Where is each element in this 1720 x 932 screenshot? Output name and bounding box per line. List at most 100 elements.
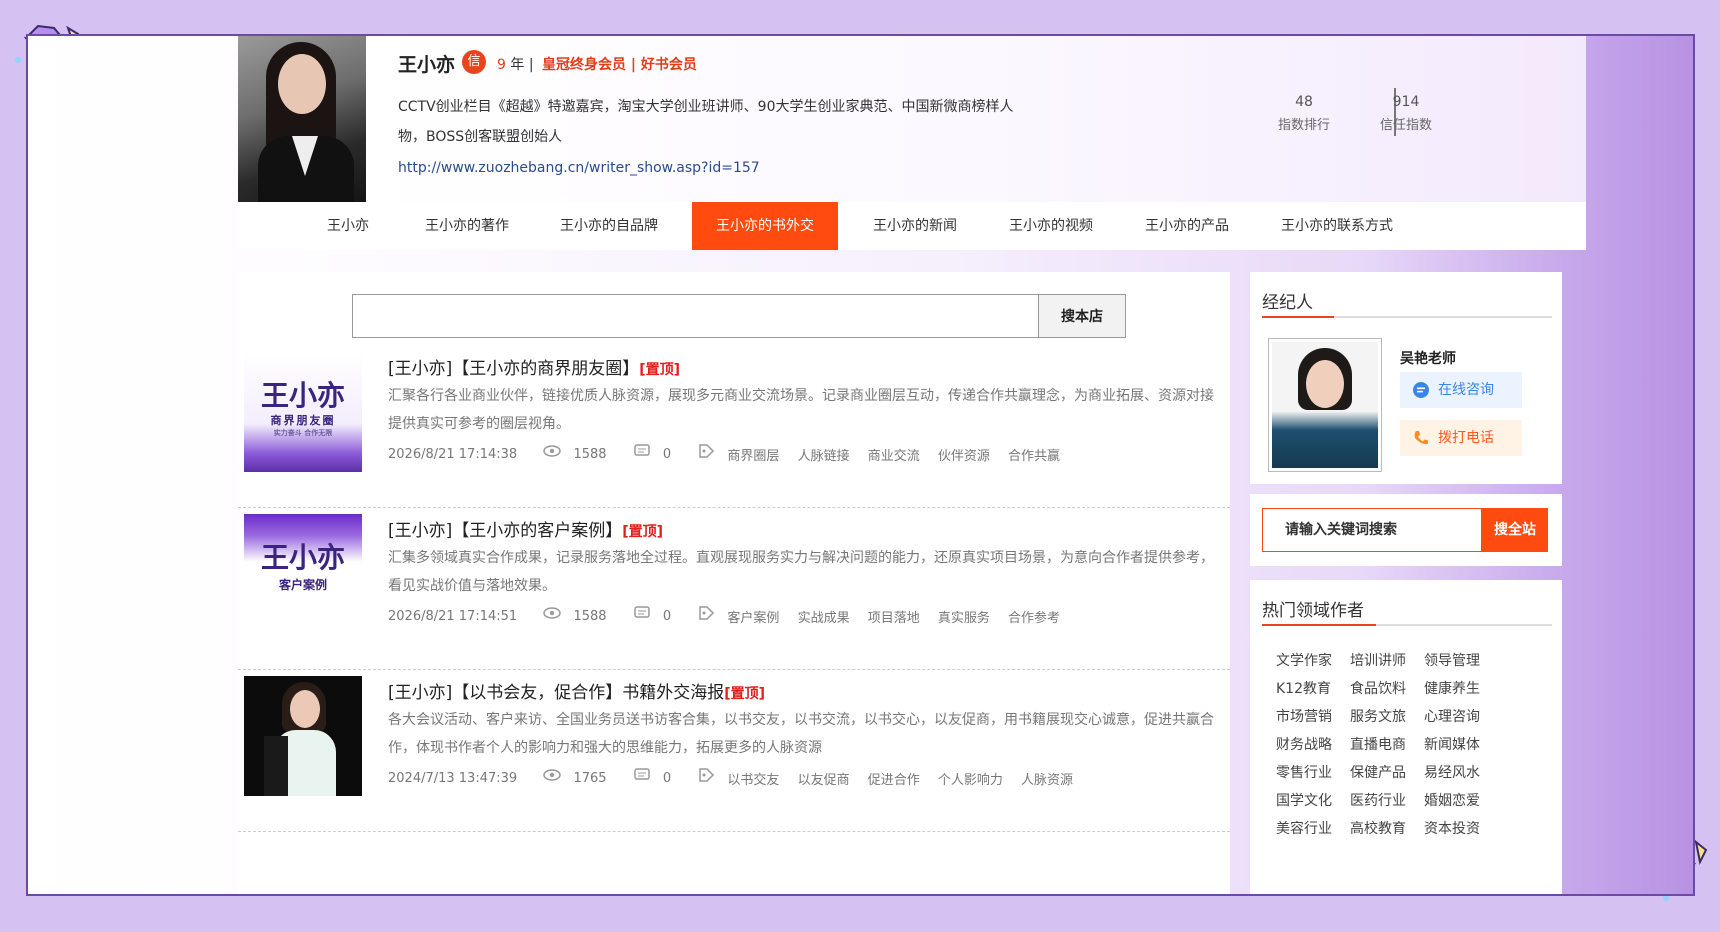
- hot-author-category[interactable]: 培训讲师: [1350, 650, 1406, 670]
- hot-author-category[interactable]: 医药行业: [1350, 790, 1406, 810]
- article-tag[interactable]: 以书交友: [727, 769, 779, 788]
- article-comments: 0: [662, 447, 672, 462]
- hot-author-category[interactable]: K12教育: [1276, 678, 1331, 698]
- hot-author-category[interactable]: 文学作家: [1276, 650, 1332, 670]
- pinned-tag: [置顶]: [622, 524, 664, 540]
- article-list-panel: 搜本店 王小亦 商界朋友圈 实力奋斗 合作无限 [王小亦]【王小亦的商界朋友圈】…: [238, 272, 1230, 894]
- article-tag[interactable]: 实战成果: [798, 607, 850, 626]
- article-tag[interactable]: 促进合作: [868, 769, 920, 788]
- hot-author-category[interactable]: 新闻媒体: [1424, 734, 1480, 754]
- article-title[interactable]: [王小亦]【以书会友，促合作】书籍外交海报[置顶]: [388, 678, 765, 703]
- thumb-subtitle: 商界朋友圈: [270, 414, 336, 427]
- hot-author-category[interactable]: 零售行业: [1276, 762, 1332, 782]
- article-tag[interactable]: 合作参考: [1008, 607, 1060, 626]
- article-thumbnail[interactable]: 王小亦 商界朋友圈 实力奋斗 合作无限: [244, 352, 362, 472]
- tag-icon: [699, 768, 715, 782]
- author-link[interactable]: http://www.zuozhebang.cn/writer_show.asp…: [398, 160, 760, 176]
- article-tag[interactable]: 伙伴资源: [938, 445, 990, 464]
- hot-author-category[interactable]: 资本投资: [1424, 818, 1480, 838]
- eye-icon: [543, 607, 562, 619]
- comment-icon: [633, 606, 650, 618]
- hot-author-category[interactable]: 国学文化: [1276, 790, 1332, 810]
- article-item: [王小亦]【以书会友，促合作】书籍外交海报[置顶] 各大会议活动、客户来访、全国…: [238, 670, 1230, 832]
- article-title-text[interactable]: [王小亦]【王小亦的客户案例】: [388, 521, 622, 541]
- shop-search-input[interactable]: [352, 294, 1040, 338]
- author-bio: CCTV创业栏目《超越》特邀嘉宾，淘宝大学创业班讲师、90大学生创业家典范、中国…: [398, 99, 1014, 145]
- article-tag[interactable]: 以友促商: [798, 769, 850, 788]
- article-tag[interactable]: 合作共赢: [1008, 445, 1060, 464]
- hot-author-category[interactable]: 健康养生: [1424, 678, 1480, 698]
- stat-value: 48: [1295, 94, 1313, 110]
- hot-author-category[interactable]: 服务文旅: [1350, 706, 1406, 726]
- nav-item-videos[interactable]: 王小亦的视频: [992, 202, 1110, 250]
- nav-item-works[interactable]: 王小亦的著作: [408, 202, 526, 250]
- eye-icon: [543, 445, 562, 457]
- shop-search-button[interactable]: 搜本店: [1038, 294, 1126, 338]
- hot-author-category[interactable]: 美容行业: [1276, 818, 1332, 838]
- article-tag[interactable]: 个人影响力: [938, 769, 1003, 788]
- article-date: 2026/8/21 17:14:38: [388, 447, 518, 462]
- nav-item-news[interactable]: 王小亦的新闻: [856, 202, 974, 250]
- article-views: 1765: [573, 771, 607, 786]
- thumb-subtitle: 客户案例: [278, 578, 327, 592]
- thumb-title: 王小亦: [260, 379, 345, 412]
- article-comments: 0: [662, 609, 672, 624]
- verified-badge: 信: [462, 50, 486, 74]
- article-tag[interactable]: 真实服务: [938, 607, 990, 626]
- stat-value: 914: [1392, 94, 1420, 110]
- article-title-text[interactable]: [王小亦]【以书会友，促合作】书籍外交海报: [388, 683, 724, 703]
- comment-icon: [633, 444, 650, 456]
- article-title[interactable]: [王小亦]【王小亦的商界朋友圈】[置顶]: [388, 354, 680, 379]
- nav-item-brand[interactable]: 王小亦的自品牌: [544, 202, 674, 250]
- site-search-button[interactable]: 搜全站: [1482, 508, 1548, 552]
- article-tag[interactable]: 客户案例: [727, 607, 779, 626]
- nav-item-contact[interactable]: 王小亦的联系方式: [1264, 202, 1410, 250]
- article-meta: 2026/8/21 17:14:51 1588 0 客户案例 实战成果 项目落地…: [388, 606, 1074, 626]
- site-search-input[interactable]: 请输入关键词搜索: [1262, 508, 1482, 552]
- article-thumbnail[interactable]: 王小亦 客户案例: [244, 514, 362, 634]
- phone-call-label: 拨打电话: [1438, 430, 1494, 446]
- article-tag[interactable]: 商界圈层: [727, 445, 779, 464]
- tag-icon: [699, 606, 715, 620]
- chat-icon: [1413, 382, 1429, 398]
- pinned-tag: [置顶]: [639, 362, 681, 378]
- hot-author-category[interactable]: 高校教育: [1350, 818, 1406, 838]
- eye-icon: [543, 769, 562, 781]
- phone-call-button[interactable]: 拨打电话: [1400, 420, 1522, 456]
- online-consult-button[interactable]: 在线咨询: [1400, 372, 1522, 408]
- stat-label: 信任指数: [1379, 118, 1432, 133]
- hot-author-category[interactable]: 财务战略: [1276, 734, 1332, 754]
- phone-icon: [1414, 431, 1428, 445]
- article-views: 1588: [573, 609, 607, 624]
- article-title[interactable]: [王小亦]【王小亦的客户案例】[置顶]: [388, 516, 663, 541]
- site-search-box: 请输入关键词搜索 搜全站: [1250, 494, 1562, 566]
- hot-author-category[interactable]: 领导管理: [1424, 650, 1480, 670]
- hot-author-category[interactable]: 直播电商: [1350, 734, 1406, 754]
- comment-icon: [633, 768, 650, 780]
- tag-icon: [699, 444, 715, 458]
- hot-author-category[interactable]: 婚姻恋爱: [1424, 790, 1480, 810]
- article-description: 汇集多领域真实合作成果，记录服务落地全过程。直观展现服务实力与解决问题的能力，还…: [388, 550, 1214, 594]
- article-tag[interactable]: 人脉资源: [1021, 769, 1073, 788]
- nav-item-book-diplomacy[interactable]: 王小亦的书外交: [692, 202, 838, 250]
- online-consult-label: 在线咨询: [1438, 382, 1494, 398]
- page-frame: 王小亦 信 9 年 | 皇冠终身会员 | 好书会员 CCTV创业栏目《超越》特邀…: [26, 34, 1695, 896]
- article-title-text[interactable]: [王小亦]【王小亦的商界朋友圈】: [388, 359, 639, 379]
- article-thumbnail[interactable]: [244, 676, 362, 796]
- hot-authors-title: 热门领域作者: [1262, 601, 1364, 621]
- agent-photo: [1268, 338, 1382, 472]
- hot-author-category[interactable]: 保健产品: [1350, 762, 1406, 782]
- hot-author-category[interactable]: 心理咨询: [1424, 706, 1480, 726]
- hot-author-category[interactable]: 食品饮料: [1350, 678, 1406, 698]
- article-tag[interactable]: 商业交流: [868, 445, 920, 464]
- article-tag[interactable]: 项目落地: [868, 607, 920, 626]
- hot-author-category[interactable]: 易经风水: [1424, 762, 1480, 782]
- nav-item-home[interactable]: 王小亦: [308, 202, 388, 250]
- nav-item-products[interactable]: 王小亦的产品: [1128, 202, 1246, 250]
- stat-trust-index: 914 信任指数: [1366, 94, 1446, 133]
- article-tag[interactable]: 人脉链接: [798, 445, 850, 464]
- hot-author-category[interactable]: 市场营销: [1276, 706, 1332, 726]
- article-meta: 2024/7/13 13:47:39 1765 0 以书交友 以友促商 促进合作…: [388, 768, 1087, 788]
- thumb-title: 王小亦: [260, 541, 345, 574]
- article-item: 王小亦 客户案例 [王小亦]【王小亦的客户案例】[置顶] 汇集多领域真实合作成果…: [238, 508, 1230, 670]
